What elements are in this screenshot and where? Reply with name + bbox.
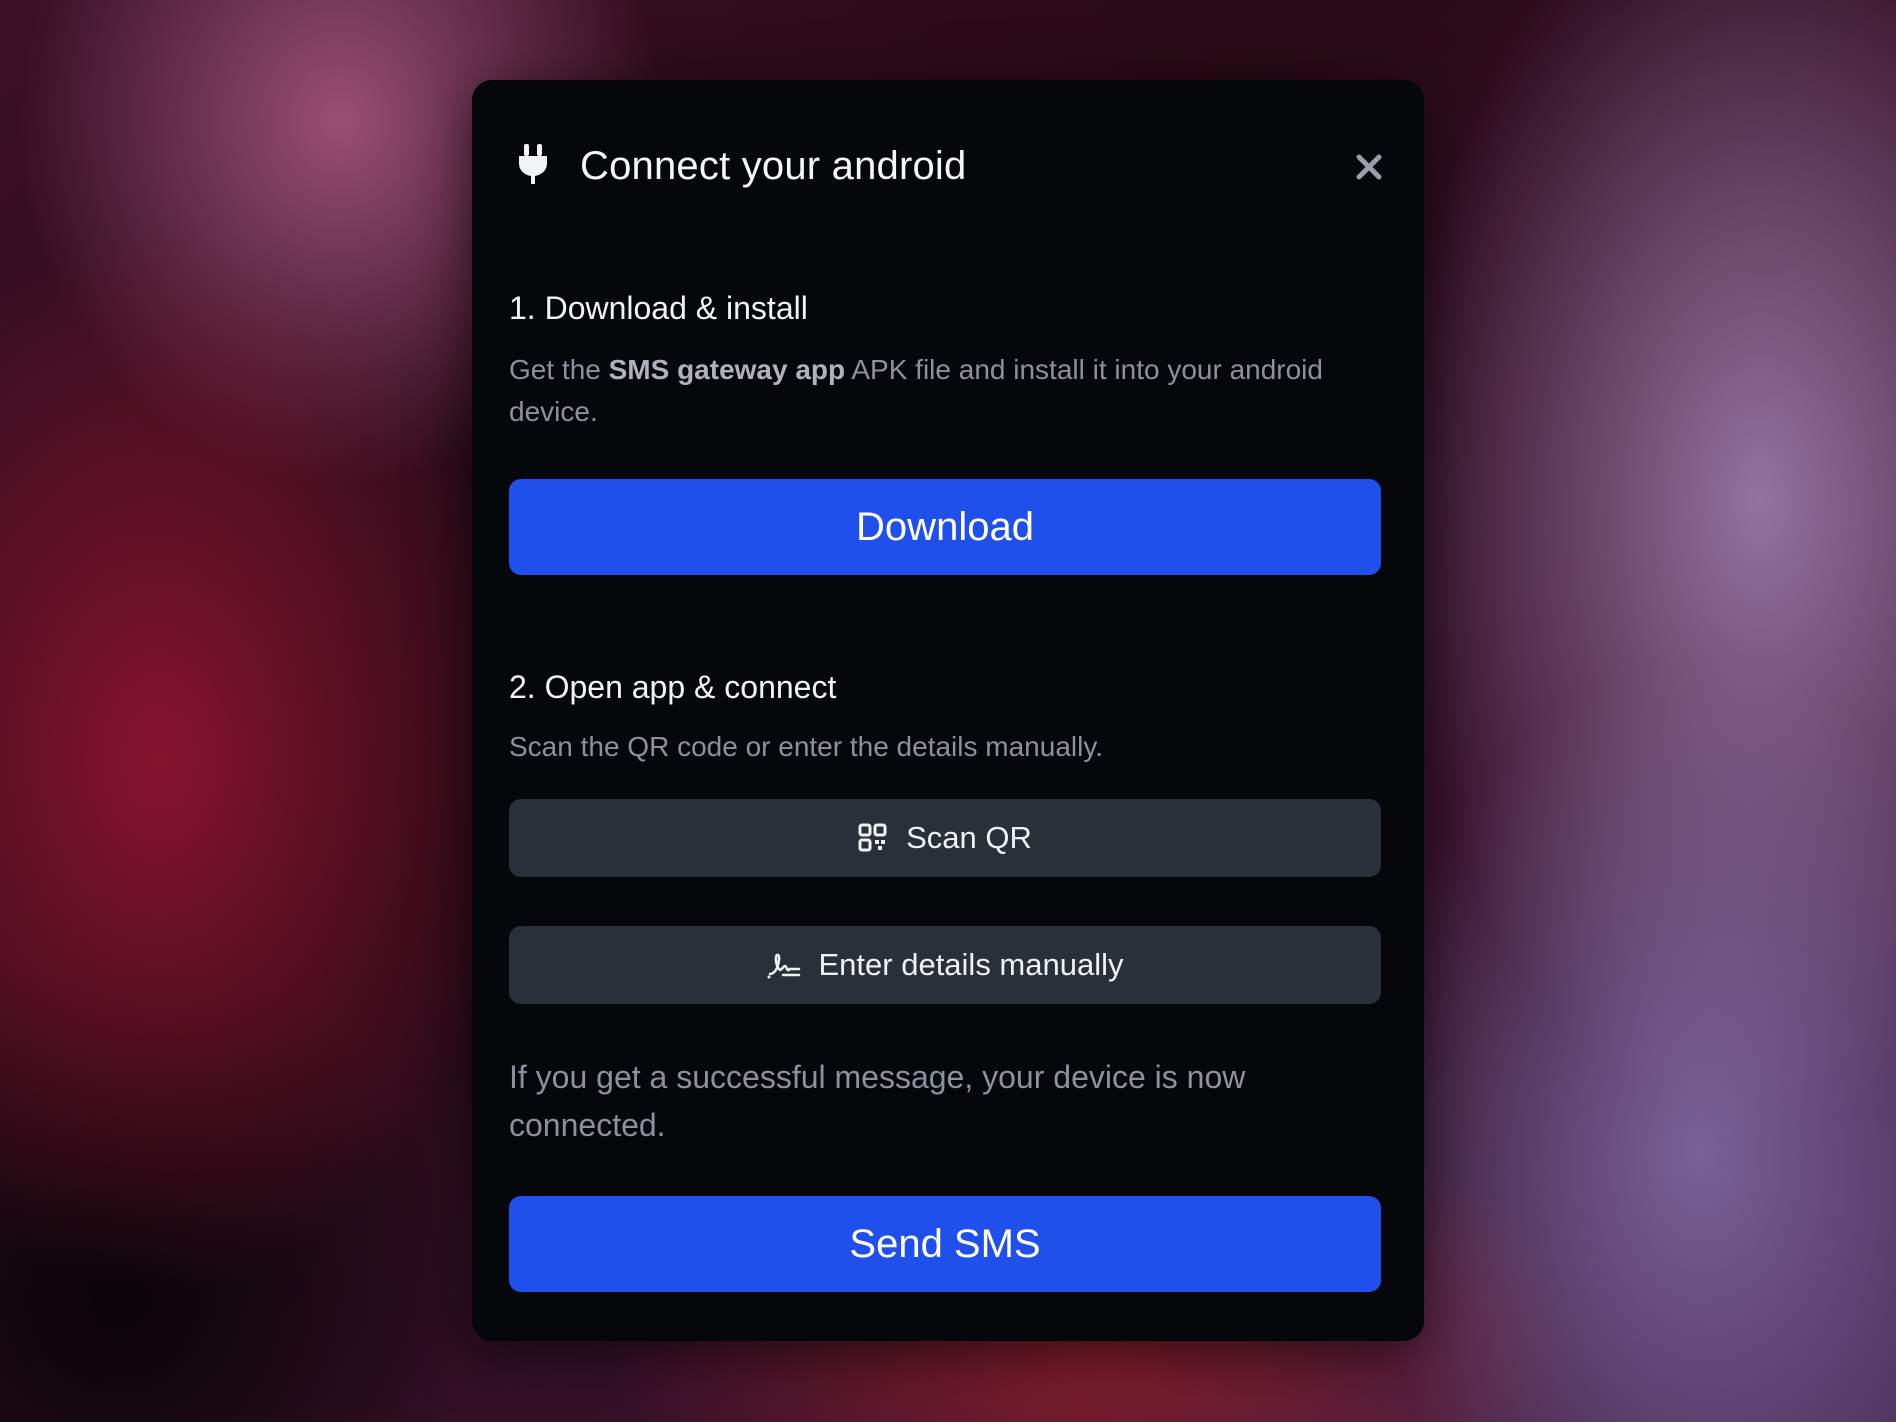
modal-header: Connect your android	[508, 136, 1388, 196]
enter-details-manually-label: Enter details manually	[818, 947, 1124, 982]
description-prefix: Get the	[509, 354, 609, 385]
send-sms-button-label: Send SMS	[849, 1221, 1041, 1266]
step-connect-heading: 2. Open app & connect	[509, 669, 837, 705]
download-button-label: Download	[856, 504, 1034, 549]
enter-details-manually-button[interactable]: Enter details manually	[509, 926, 1381, 1004]
download-button[interactable]: Download	[509, 479, 1381, 575]
modal-title: Connect your android	[580, 143, 967, 188]
connect-android-modal: Connect your android 1. Download & insta…	[472, 80, 1424, 1341]
step-connect-section: 2. Open app & connect Scan the QR code o…	[509, 669, 1381, 768]
plug-icon	[516, 144, 550, 188]
signature-icon	[767, 950, 801, 980]
step-download-section: 1. Download & install Get the SMS gatewa…	[509, 290, 1381, 433]
step-download-description: Get the SMS gateway app APK file and ins…	[509, 349, 1381, 433]
scan-qr-label: Scan QR	[906, 820, 1032, 855]
send-sms-button[interactable]: Send SMS	[509, 1196, 1381, 1292]
scan-qr-button[interactable]: Scan QR	[509, 799, 1381, 877]
step-connect-description: Scan the QR code or enter the details ma…	[509, 731, 1104, 762]
app-name: SMS gateway app	[608, 354, 846, 385]
close-icon[interactable]	[1350, 148, 1388, 186]
step-download-heading: 1. Download & install	[509, 290, 808, 326]
connection-success-note: If you get a successful message, your de…	[509, 1059, 1246, 1143]
qr-code-icon	[858, 823, 888, 853]
